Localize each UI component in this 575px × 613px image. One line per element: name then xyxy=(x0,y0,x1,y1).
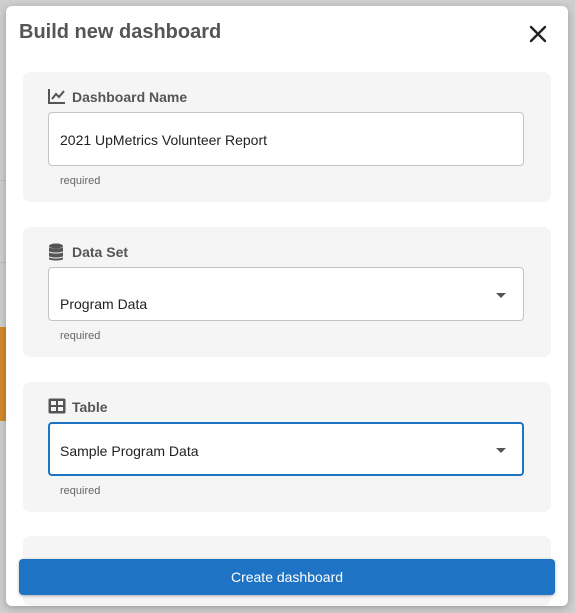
dashboard-name-label: Dashboard Name xyxy=(72,89,188,105)
dashboard-name-card: Dashboard Name 2021 UpMetrics Volunteer … xyxy=(23,72,551,202)
data-set-label: Data Set xyxy=(72,244,129,260)
modal-title: Build new dashboard xyxy=(19,21,222,43)
table-select[interactable]: Sample Program Data xyxy=(48,422,524,476)
dashboard-name-helper: required xyxy=(60,175,101,187)
table-helper: required xyxy=(60,485,101,497)
dashboard-name-value: 2021 UpMetrics Volunteer Report xyxy=(60,132,267,148)
table-card: Table Sample Program Data required xyxy=(23,382,551,512)
dashboard-name-input[interactable]: 2021 UpMetrics Volunteer Report xyxy=(48,112,524,166)
data-set-card: Data Set Program Data required xyxy=(23,227,551,357)
chevron-down-icon xyxy=(496,293,506,298)
table-label: Table xyxy=(72,399,108,415)
database-icon xyxy=(48,243,66,261)
data-set-helper: required xyxy=(60,330,101,342)
close-icon xyxy=(529,25,547,43)
chevron-down-icon xyxy=(496,448,506,453)
close-button[interactable] xyxy=(524,20,552,48)
data-set-select[interactable]: Program Data xyxy=(48,267,524,321)
build-dashboard-modal: Build new dashboard Dashboard Name 2021 … xyxy=(6,6,568,606)
table-value: Sample Program Data xyxy=(60,443,199,459)
create-dashboard-button[interactable]: Create dashboard xyxy=(19,559,555,595)
line-chart-icon xyxy=(48,88,66,106)
table-icon xyxy=(48,398,66,416)
data-set-value: Program Data xyxy=(60,296,148,312)
